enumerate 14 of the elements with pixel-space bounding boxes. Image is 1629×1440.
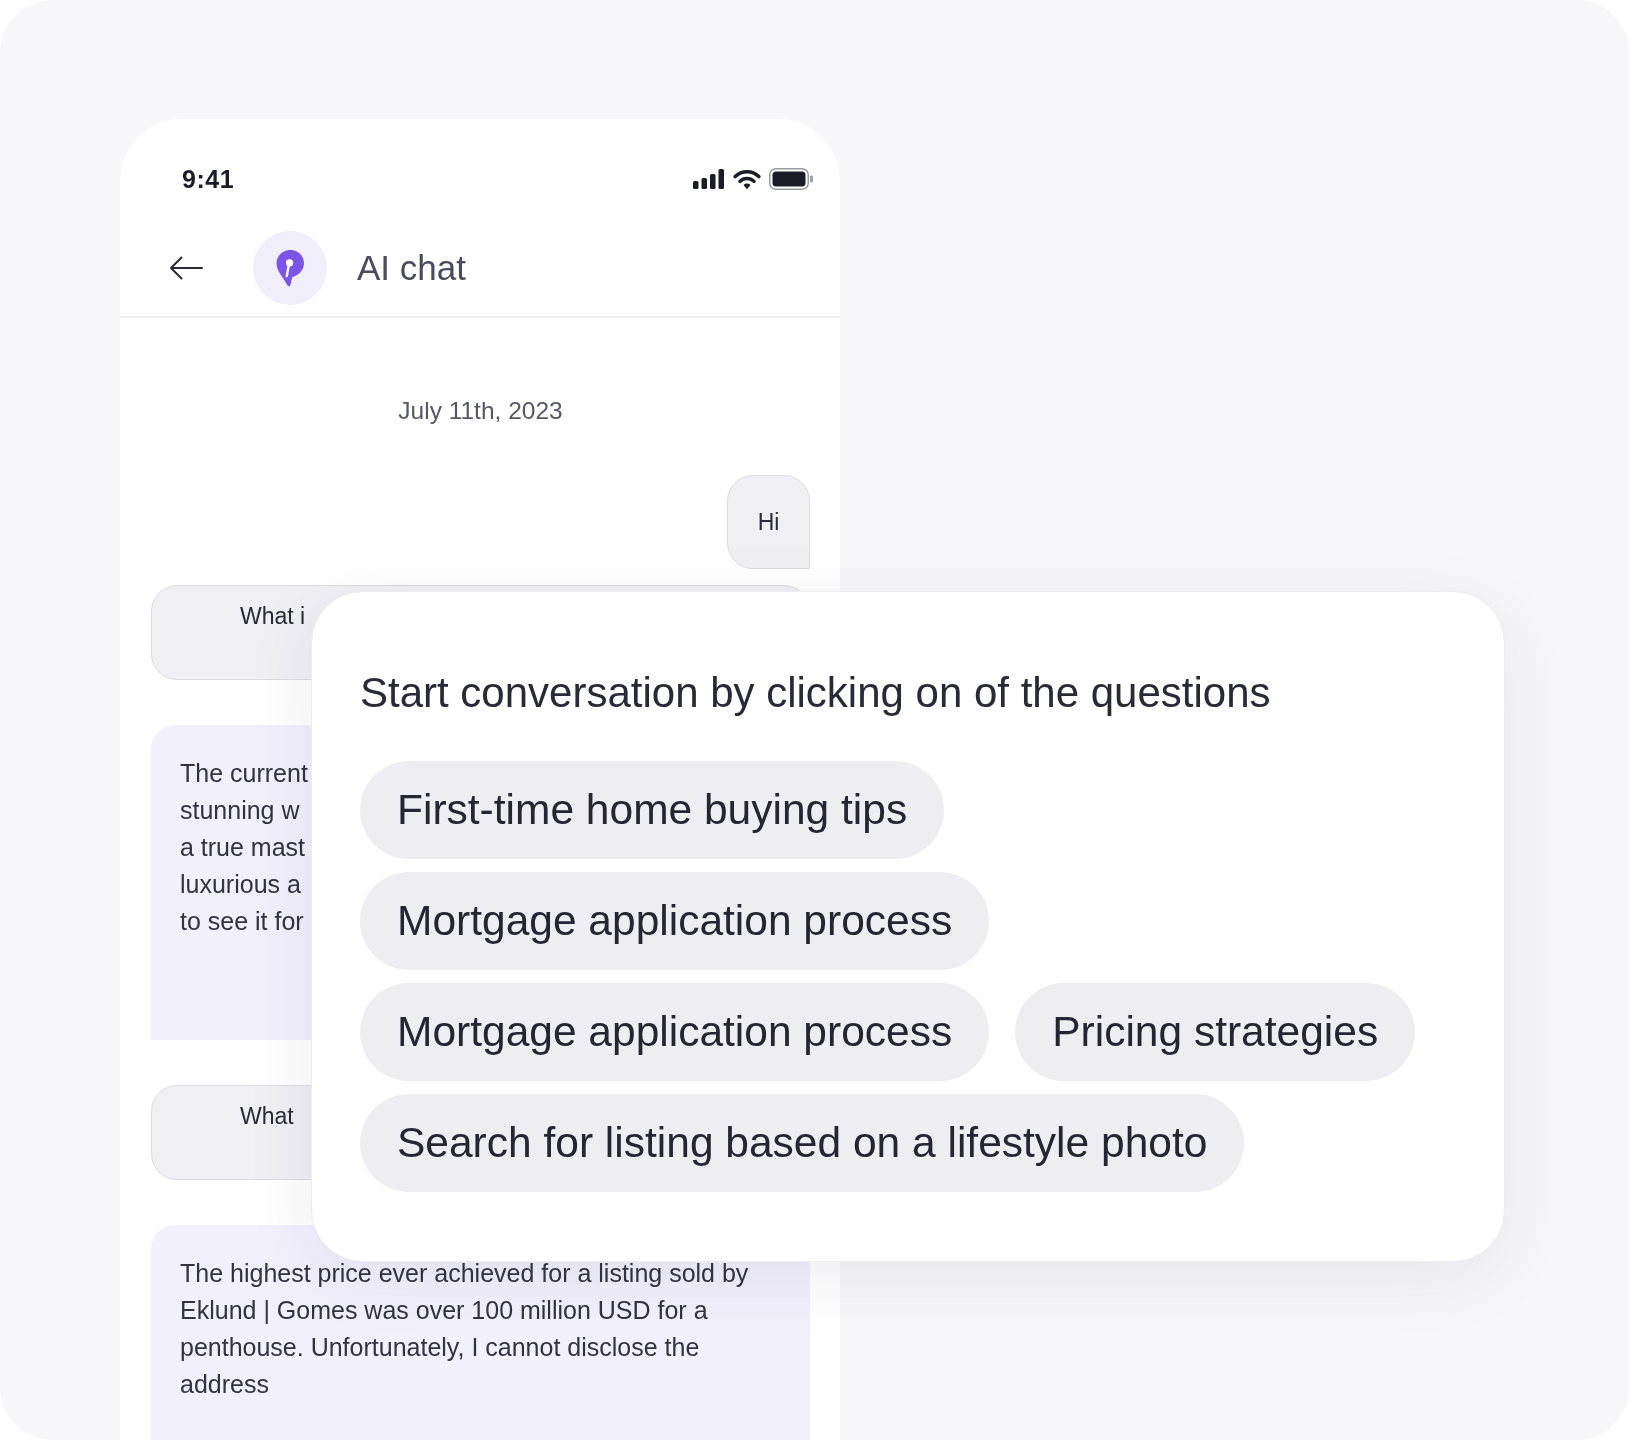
pin-logo-icon [253, 230, 327, 305]
user-message: Hi [727, 475, 810, 569]
chat-title: AI chat [357, 246, 466, 289]
signal-icon [693, 169, 725, 189]
suggestion-chip[interactable]: Mortgage application process [360, 983, 990, 1081]
suggestion-chip[interactable]: Mortgage application process [360, 872, 990, 970]
suggestion-chip[interactable]: Search for listing based on a lifestyle photo [360, 1094, 1245, 1192]
status-time: 9:41 [182, 164, 235, 194]
suggestion-chip[interactable]: Pricing strategies [1015, 983, 1416, 1081]
suggestion-chip[interactable]: First-time home buying tips [360, 761, 945, 859]
wifi-icon [733, 168, 761, 190]
back-arrow-icon[interactable] [169, 255, 203, 280]
battery-icon [769, 168, 813, 190]
date-label: July 11th, 2023 [398, 397, 563, 425]
